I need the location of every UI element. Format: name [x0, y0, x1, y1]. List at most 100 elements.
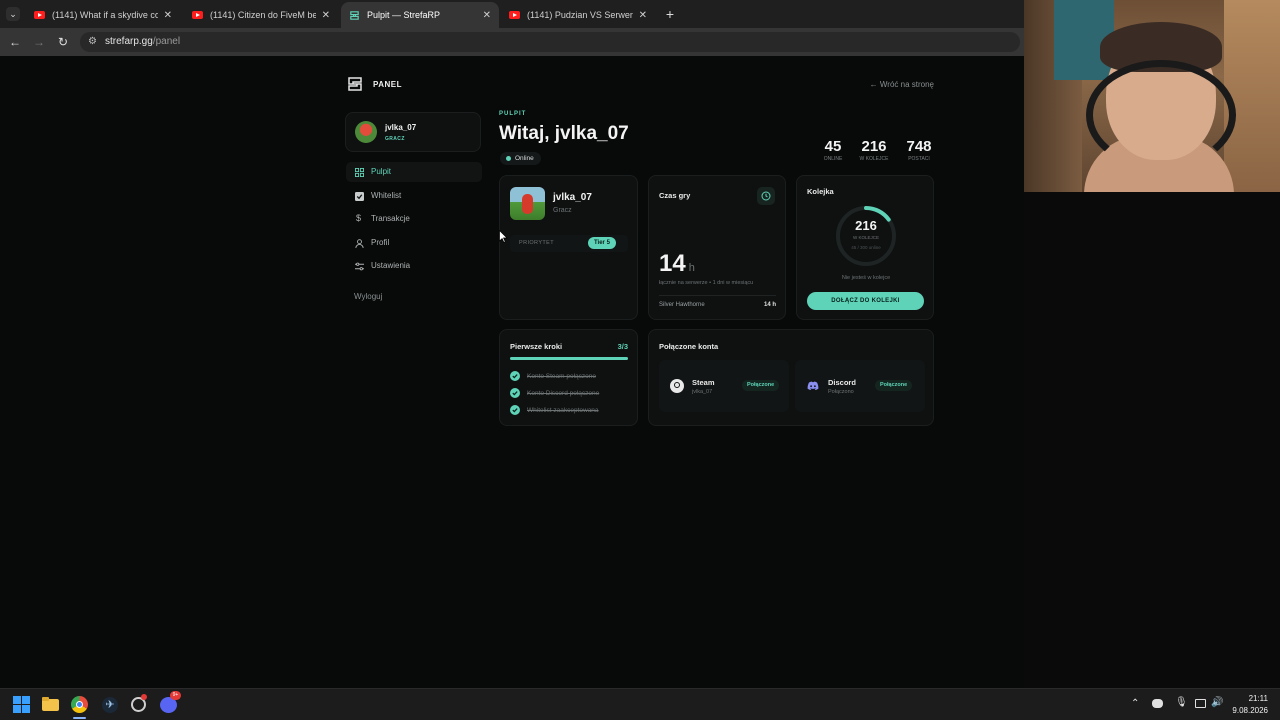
page-eyebrow: PULPIT [499, 111, 527, 117]
close-tab-icon[interactable]: ✕ [483, 10, 491, 21]
discord-notification-badge: 9+ [170, 691, 181, 700]
clock-time[interactable]: 21:11 [1232, 694, 1268, 703]
clock-date[interactable]: 9.08.2026 [1220, 706, 1268, 715]
reload-icon[interactable]: ↻ [55, 34, 71, 50]
steam-taskbar-icon[interactable]: ✈ [101, 696, 119, 714]
profile-username: jvlka_07 [385, 123, 417, 132]
close-tab-icon[interactable]: ✕ [639, 10, 647, 21]
sidebar-item-profil[interactable]: Profil [346, 233, 482, 253]
chrome-icon[interactable] [71, 696, 89, 719]
sidebar-item-label: Pulpit [371, 167, 392, 176]
tab-list-chevron-icon[interactable]: ⌄ [6, 7, 20, 21]
queue-count-label: W KOLEJCE [852, 235, 879, 240]
sidebar-item-transakcje[interactable]: $ Transakcje [346, 209, 482, 229]
stat-characters: 748 POSTACI [900, 138, 938, 162]
dollar-icon: $ [356, 213, 362, 223]
page-content: PANEL ← Wróć na stronę jvlka_07 GRACZ Pu… [0, 56, 1024, 688]
file-explorer-icon[interactable] [42, 696, 60, 714]
sidebar-item-ustawienia[interactable]: Ustawienia [346, 256, 482, 276]
stat-label: POSTACI [908, 156, 930, 162]
tab-title: (1141) Pudzian VS Serwery Rol [527, 10, 633, 20]
queue-count: 216 [855, 218, 877, 233]
check-circle-icon [510, 371, 520, 381]
online-status-badge: Online [500, 152, 541, 165]
strefarp-logo-icon [348, 77, 362, 91]
tab-title: Pulpit — StrefaRP [367, 10, 441, 20]
connected-accounts-card: Połączone konta Steam jvlka_07 Połączone… [648, 329, 934, 426]
webcam-overlay [1024, 0, 1280, 192]
step-item: Konto Steam połączone [510, 371, 596, 381]
sidebar-item-label: Profil [371, 238, 390, 247]
step-item: Konto Discord połączone [510, 388, 599, 398]
browser-tab[interactable]: (1141) What if a skydive could g ✕ [26, 4, 180, 26]
account-name: Discord [828, 378, 856, 387]
grid-icon [355, 168, 364, 177]
account-discord[interactable]: Discord Połączono Połączone [795, 360, 925, 412]
stat-label: W KOLEJCE [859, 156, 889, 162]
display-icon[interactable] [1195, 699, 1206, 708]
first-steps-title: Pierwsze kroki [510, 342, 563, 351]
account-name: Steam [692, 378, 715, 387]
playtime-value: 14 h [659, 250, 695, 278]
account-detail: Połączono [828, 389, 854, 395]
logout-link[interactable]: Wyloguj [354, 292, 382, 301]
account-steam[interactable]: Steam jvlka_07 Połączone [659, 360, 789, 412]
playtime-hours: 14 [659, 250, 686, 277]
stat-value: 45 [824, 138, 842, 155]
discord-tray-icon[interactable] [1152, 699, 1163, 708]
app-taskbar-icon[interactable] [130, 694, 148, 714]
queue-capacity: 45 / 300 online [851, 245, 881, 250]
windows-taskbar: ✈ 9+ ⌃ 🎙 🔊 21:11 9.08.2026 [0, 688, 1280, 720]
browser-tab-active[interactable]: Pulpit — StrefaRP ✕ [341, 2, 499, 28]
close-tab-icon[interactable]: ✕ [164, 10, 172, 21]
steam-icon [670, 379, 684, 393]
browser-tab[interactable]: (1141) Pudzian VS Serwery Rol ✕ [501, 4, 655, 26]
profile-card[interactable]: jvlka_07 GRACZ [345, 112, 481, 152]
windows-start-icon[interactable] [13, 696, 31, 714]
brand-name: PANEL [373, 79, 403, 89]
new-tab-button[interactable]: + [662, 6, 678, 22]
stat-online: 45 ONLINE [814, 138, 852, 162]
sidebar-item-label: Ustawienia [371, 261, 411, 270]
sidebar-item-pulpit[interactable]: Pulpit [346, 162, 482, 182]
sidebar-item-whitelist[interactable]: Whitelist [346, 186, 482, 206]
first-steps-card: Pierwsze kroki 3/3 Konto Steam połączone… [499, 329, 638, 426]
microphone-icon[interactable]: 🎙 [1175, 697, 1188, 708]
site-info-icon[interactable]: ⚙ [88, 32, 97, 52]
back-to-site-link[interactable]: ← Wróć na stronę [858, 80, 934, 89]
tray-chevron-icon[interactable]: ⌃ [1131, 698, 1139, 709]
check-circle-icon [510, 405, 520, 415]
browser-tab[interactable]: (1141) Citizen do FiveM bez pr ✕ [184, 4, 338, 26]
join-queue-button[interactable]: DOŁĄCZ DO KOLEJKI [807, 292, 924, 310]
close-tab-icon[interactable]: ✕ [322, 10, 330, 21]
youtube-icon [192, 11, 203, 19]
address-bar[interactable]: ⚙ strefarp.gg/panel [80, 32, 1020, 52]
priority-row: PRIORYTET Tier 5 [510, 235, 628, 252]
playtime-divider [659, 295, 776, 296]
account-status-badge: Połączone [742, 380, 780, 391]
account-status-badge: Połączone [875, 380, 913, 391]
tier-badge: Tier 5 [588, 237, 616, 249]
sidebar-item-label: Whitelist [371, 191, 402, 200]
discord-taskbar-icon[interactable]: 9+ [160, 691, 181, 714]
back-arrow-icon[interactable]: ← [7, 34, 23, 50]
step-label: Konto Steam połączone [527, 372, 597, 380]
priority-label: PRIORYTET [519, 240, 554, 246]
sliders-icon [355, 262, 364, 271]
profile-role: GRACZ [385, 136, 405, 142]
youtube-icon [34, 11, 45, 19]
brand-logo[interactable]: PANEL [346, 75, 402, 93]
step-item: Whitelist zaakceptowana [510, 405, 599, 415]
first-steps-progress-fill [510, 357, 628, 360]
stat-label: ONLINE [823, 156, 843, 162]
forward-arrow-icon[interactable]: → [31, 34, 47, 50]
player-role: Gracz [553, 207, 572, 214]
playtime-subtitle: łącznie na serwerze • 1 dni w miesiącu [659, 280, 754, 286]
first-steps-progress-track [510, 357, 628, 360]
checkbox-icon [355, 192, 364, 201]
strefarp-favicon-icon [350, 10, 359, 20]
queue-title: Kolejka [807, 187, 834, 196]
playtime-card: Czas gry 14 h łącznie na serwerze • 1 dni… [648, 175, 786, 320]
page-title: Witaj, jvlka_07 [499, 123, 629, 144]
clock-icon [761, 191, 771, 201]
